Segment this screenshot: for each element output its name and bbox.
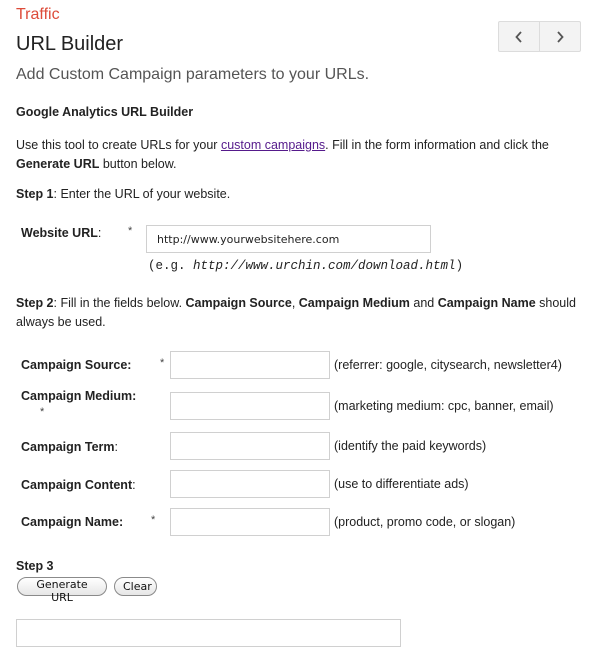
website-url-input[interactable] [146,225,431,253]
required-mark: * [160,357,165,369]
step1-label: Step 1 [16,187,54,201]
page-title: URL Builder [16,33,124,55]
campaign-medium-label: Campaign Medium: [21,389,136,403]
campaign-content-hint: (use to differentiate ads) [334,477,469,491]
website-url-example: (e.g. http://www.urchin.com/download.htm… [148,259,463,273]
step2-bold: Campaign Source [185,296,292,310]
generated-url-output[interactable] [16,619,401,647]
label-colon: : [127,358,132,372]
label-text: Campaign Term [21,440,115,454]
required-mark: * [128,225,133,237]
step1-instruction: Step 1: Enter the URL of your website. [16,187,230,201]
label-colon: : [132,389,137,403]
step2-text: , [291,296,299,310]
label-text: Campaign Source [21,358,128,372]
step3-label: Step 3 [16,559,54,573]
step2-instruction: Step 2: Fill in the fields below. Campai… [16,294,591,332]
required-mark: * [151,514,156,526]
required-mark: * [40,406,45,418]
chevron-right-icon [557,30,564,43]
campaign-term-label: Campaign Term: [21,440,118,454]
campaign-source-input[interactable] [170,351,330,379]
previous-button[interactable] [499,22,539,51]
example-url: http://www.urchin.com/download.html [193,259,456,273]
website-url-label-text: Website URL [21,226,98,240]
step2-text: : Fill in the fields below. [53,296,186,310]
label-text: Campaign Name [21,515,119,529]
generate-url-button[interactable]: Generate URL [17,577,107,604]
chevron-left-icon [515,30,522,43]
website-url-label: Website URL: [21,226,101,240]
intro-text: button below. [99,157,177,171]
campaign-term-hint: (identify the paid keywords) [334,439,487,453]
section-title: Google Analytics URL Builder [16,105,194,119]
intro-text: Use this tool to create URLs for your [16,138,221,152]
next-button[interactable] [539,22,580,51]
label-colon: : [97,226,102,240]
label-colon: : [132,478,136,492]
step2-label: Step 2 [16,296,54,310]
campaign-term-input[interactable] [170,432,330,460]
label-colon: : [118,515,124,529]
intro-text: . Fill in the form information and click… [325,138,549,152]
example-suffix: ) [455,259,464,273]
label-colon: : [114,440,119,454]
step2-text: and [409,296,438,310]
page-subtitle: Add Custom Campaign parameters to your U… [16,66,370,83]
step1-text: : Enter the URL of your website. [53,187,231,201]
campaign-source-hint: (referrer: google, citysearch, newslette… [334,358,562,372]
label-text: Campaign Content [21,478,133,492]
campaign-content-input[interactable] [170,470,330,498]
campaign-medium-input[interactable] [170,392,330,420]
campaign-name-input[interactable] [170,508,330,536]
step2-bold: Campaign Name [437,296,536,310]
label-text: Campaign Medium [21,389,133,403]
campaign-source-label: Campaign Source: [21,358,131,372]
campaign-medium-hint: (marketing medium: cpc, banner, email) [334,399,554,413]
clear-button[interactable]: Clear [114,577,157,596]
pager-nav [498,21,581,52]
campaign-content-label: Campaign Content: [21,478,136,492]
campaign-name-hint: (product, promo code, or slogan) [334,515,516,529]
campaign-name-label: Campaign Name: [21,515,123,529]
intro-paragraph: Use this tool to create URLs for your cu… [16,136,591,174]
custom-campaigns-link[interactable]: custom campaigns [221,138,325,152]
intro-bold-text: Generate URL [16,157,100,171]
example-prefix: (e.g. [148,259,194,273]
step2-bold: Campaign Medium [298,296,410,310]
breadcrumb[interactable]: Traffic [16,6,60,24]
